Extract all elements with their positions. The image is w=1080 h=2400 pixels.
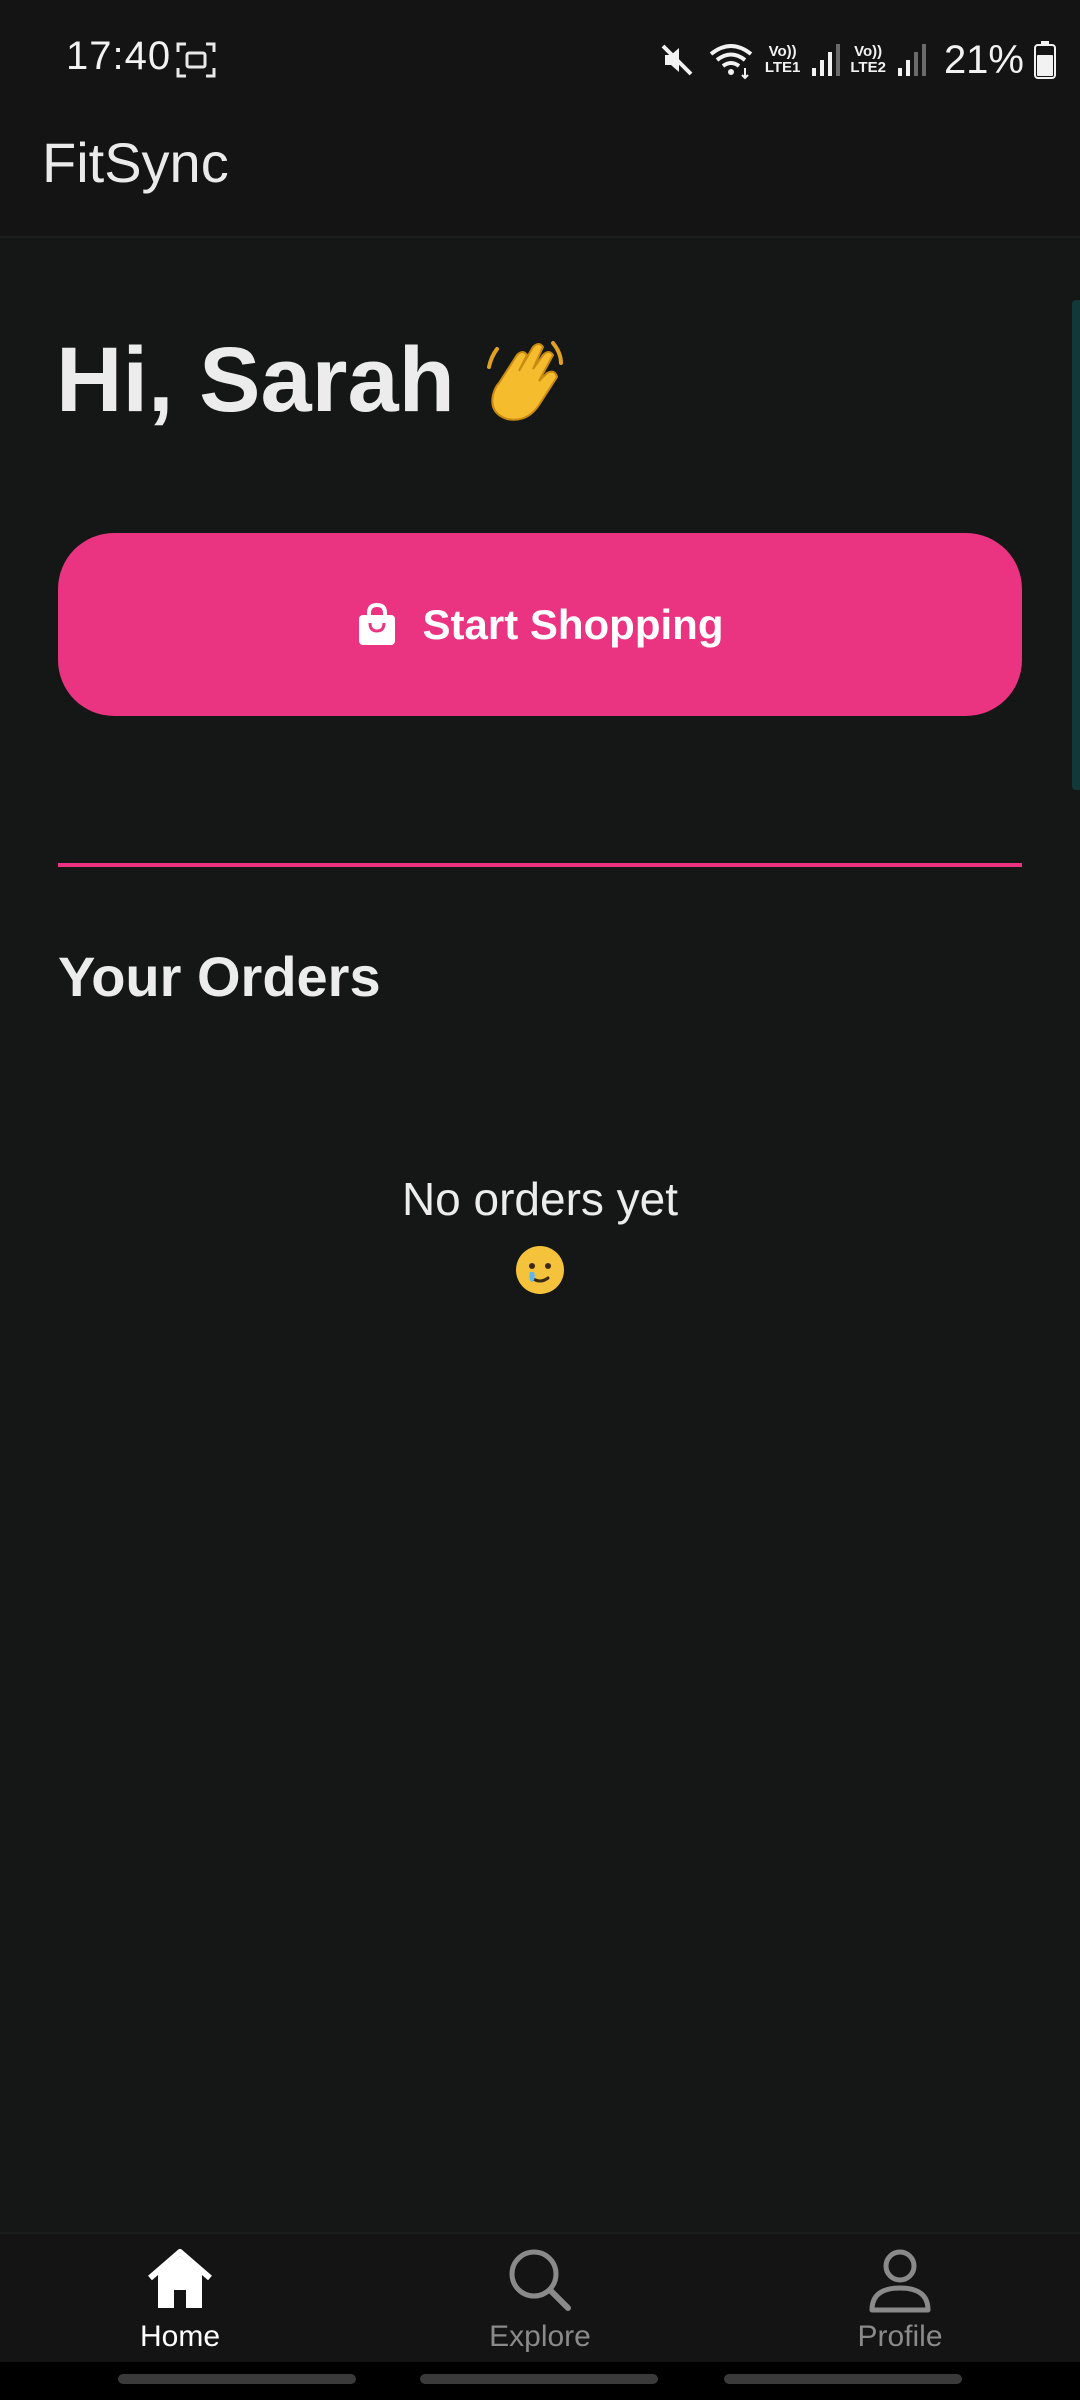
signal-icon — [812, 44, 841, 76]
screenshot-icon — [176, 42, 216, 78]
start-shopping-button[interactable]: Start Shopping — [58, 533, 1022, 716]
divider — [58, 863, 1022, 867]
lte2-label: LTE2 — [850, 59, 886, 76]
nav-item-profile[interactable]: Profile — [800, 2244, 1000, 2360]
vo-label: Vo)) — [768, 43, 797, 60]
nav-label-explore: Explore — [489, 2320, 591, 2353]
signal-icon — [897, 44, 926, 76]
status-bar: 17:40 Vo)) LTE1 Vo)) LTE2 21% — [0, 0, 1080, 120]
gesture-handle[interactable] — [724, 2374, 962, 2384]
start-shopping-label: Start Shopping — [422, 600, 724, 648]
battery-percent: 21% — [943, 37, 1024, 82]
battery-icon — [1034, 41, 1056, 79]
face-holding-back-tears-icon — [516, 1246, 564, 1294]
lte2-indicator: Vo)) LTE2 — [850, 44, 886, 76]
scrollbar[interactable] — [1072, 300, 1080, 790]
shopping-bag-icon — [358, 602, 395, 645]
nav-item-home[interactable]: Home — [80, 2244, 280, 2360]
status-icons: Vo)) LTE1 Vo)) LTE2 21% — [657, 30, 1056, 90]
nav-item-explore[interactable]: Explore — [440, 2244, 640, 2360]
empty-orders-text: No orders yet — [401, 1173, 679, 1225]
vo-label: Vo)) — [854, 43, 883, 60]
nav-label-profile: Profile — [857, 2320, 943, 2353]
lte1-indicator: Vo)) LTE1 — [765, 44, 801, 76]
greeting: Hi, Sarah — [56, 328, 567, 433]
greeting-text: Hi, Sarah — [56, 329, 455, 431]
mute-icon — [661, 44, 693, 76]
lte1-label: LTE1 — [764, 59, 801, 76]
person-icon — [869, 2249, 931, 2313]
app-title: FitSync — [42, 131, 229, 194]
wifi-icon — [709, 44, 753, 80]
screen: 17:40 Vo)) LTE1 Vo)) LTE2 21% FitSync Hi… — [0, 0, 1080, 2400]
orders-title: Your Orders — [58, 945, 381, 1008]
gesture-handle[interactable] — [420, 2374, 658, 2384]
search-icon — [509, 2249, 571, 2311]
nav-label-home: Home — [139, 2320, 221, 2353]
gesture-handle[interactable] — [118, 2374, 356, 2384]
home-icon — [148, 2249, 212, 2308]
status-time: 17:40 — [66, 34, 172, 78]
waving-hand-icon — [486, 340, 563, 421]
